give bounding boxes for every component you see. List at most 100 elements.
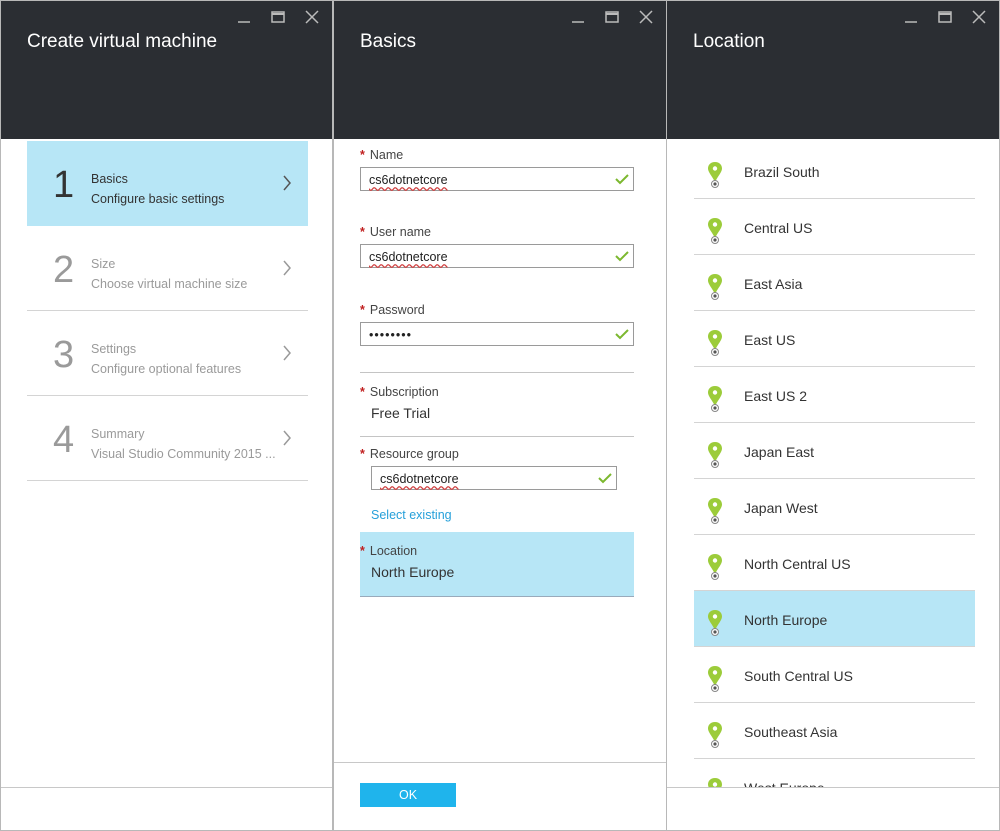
location-item[interactable]: North Europe — [694, 591, 975, 647]
location-item[interactable]: Japan East — [694, 423, 975, 479]
blade-title: Create virtual machine — [27, 31, 218, 52]
password-input[interactable]: •••••••• — [360, 322, 634, 346]
blade-footer: OK — [334, 762, 666, 830]
chevron-right-icon — [283, 430, 291, 446]
location-name: Southeast Asia — [744, 724, 838, 740]
map-pin-icon — [708, 610, 722, 636]
location-label-text: Location — [369, 544, 418, 558]
subscription-value[interactable]: Free Trial — [371, 405, 430, 421]
location-item[interactable]: Southeast Asia — [694, 703, 975, 759]
resource-group-input[interactable]: cs6dotnetcore — [371, 466, 617, 490]
blade-header: Basics — [334, 1, 666, 139]
map-pin-icon — [708, 274, 722, 300]
location-name: South Central US — [744, 668, 853, 684]
resource-group-input-value: cs6dotnetcore — [380, 472, 459, 486]
resource-group-label-text: Resource group — [369, 447, 459, 461]
step-subtitle: Choose virtual machine size — [91, 277, 248, 291]
name-input[interactable]: cs6dotnetcore — [360, 167, 634, 191]
password-input-value: •••••••• — [369, 328, 413, 342]
divider — [360, 436, 634, 437]
step-title: Settings — [91, 342, 137, 356]
blade-title: Location — [693, 31, 765, 52]
password-label-text: Password — [369, 303, 425, 317]
location-name: Brazil South — [744, 164, 820, 180]
map-pin-icon — [708, 498, 722, 524]
map-pin-icon — [708, 554, 722, 580]
location-item[interactable]: South Central US — [694, 647, 975, 703]
ok-button[interactable]: OK — [360, 783, 456, 807]
step-title: Summary — [91, 427, 145, 441]
close-icon[interactable] — [302, 7, 322, 27]
step-title: Size — [91, 257, 116, 271]
required-marker: * — [360, 303, 365, 317]
location-value: North Europe — [371, 564, 455, 580]
location-list: Brazil South Central US East Asia East US Ea… — [694, 143, 975, 815]
basics-blade: Basics * Name cs6dotnetcore * User name cs… — [333, 0, 667, 831]
location-label: * Location — [360, 544, 417, 558]
blade-header: Location — [667, 1, 999, 139]
step-size[interactable]: 2 Size Choose virtual machine size — [27, 226, 308, 311]
location-name: North Central US — [744, 556, 851, 572]
required-marker: * — [360, 544, 365, 558]
maximize-icon[interactable] — [268, 7, 288, 27]
location-name: East US 2 — [744, 388, 808, 404]
name-label-text: Name — [369, 148, 404, 162]
subscription-label: * Subscription — [360, 385, 439, 399]
subscription-label-text: Subscription — [369, 385, 439, 399]
location-name: North Europe — [744, 612, 828, 628]
map-pin-icon — [708, 162, 722, 188]
location-item[interactable]: North Central US — [694, 535, 975, 591]
blade-title: Basics — [360, 31, 416, 52]
location-item[interactable]: East Asia — [694, 255, 975, 311]
name-label: * Name — [360, 148, 403, 162]
step-subtitle: Configure optional features — [91, 362, 242, 376]
map-pin-icon — [708, 218, 722, 244]
username-input[interactable]: cs6dotnetcore — [360, 244, 634, 268]
minimize-icon[interactable] — [901, 7, 921, 27]
blade-header: Create virtual machine — [1, 1, 332, 139]
map-pin-icon — [708, 442, 722, 468]
step-basics[interactable]: 1 Basics Configure basic settings — [27, 141, 308, 226]
step-title: Basics — [91, 172, 128, 186]
chevron-right-icon — [283, 345, 291, 361]
step-summary[interactable]: 4 Summary Visual Studio Community 2015 .… — [27, 396, 308, 481]
required-marker: * — [360, 225, 365, 239]
step-number: 1 — [53, 164, 75, 206]
wizard-steps: 1 Basics Configure basic settings 2 Size… — [27, 141, 308, 481]
chevron-right-icon — [283, 175, 291, 191]
minimize-icon[interactable] — [234, 7, 254, 27]
location-item[interactable]: Central US — [694, 199, 975, 255]
maximize-icon[interactable] — [602, 7, 622, 27]
chevron-right-icon — [283, 260, 291, 276]
location-item[interactable]: East US — [694, 311, 975, 367]
step-subtitle: Configure basic settings — [91, 192, 225, 206]
resource-group-label: * Resource group — [360, 447, 459, 461]
required-marker: * — [360, 447, 365, 461]
blade-footer — [667, 787, 999, 830]
window-controls — [568, 7, 656, 27]
required-marker: * — [360, 385, 365, 399]
step-subtitle: Visual Studio Community 2015 ... — [91, 447, 276, 461]
location-field[interactable]: * Location North Europe — [360, 532, 634, 597]
location-name: Japan West — [744, 500, 818, 516]
password-label: * Password — [360, 303, 425, 317]
minimize-icon[interactable] — [568, 7, 588, 27]
step-number: 4 — [53, 419, 75, 461]
blade-footer — [1, 787, 332, 830]
step-settings[interactable]: 3 Settings Configure optional features — [27, 311, 308, 396]
location-item[interactable]: Japan West — [694, 479, 975, 535]
location-name: Central US — [744, 220, 813, 236]
create-vm-blade: Create virtual machine 1 Basics Configur… — [0, 0, 333, 831]
location-item[interactable]: Brazil South — [694, 143, 975, 199]
close-icon[interactable] — [969, 7, 989, 27]
close-icon[interactable] — [636, 7, 656, 27]
maximize-icon[interactable] — [935, 7, 955, 27]
location-item[interactable]: East US 2 — [694, 367, 975, 423]
select-existing-link[interactable]: Select existing — [371, 508, 452, 522]
divider — [360, 372, 634, 373]
map-pin-icon — [708, 330, 722, 356]
name-input-value: cs6dotnetcore — [369, 173, 448, 187]
username-label: * User name — [360, 225, 431, 239]
check-icon — [615, 174, 629, 185]
location-blade: Location Brazil South Central US East Asia… — [666, 0, 1000, 831]
